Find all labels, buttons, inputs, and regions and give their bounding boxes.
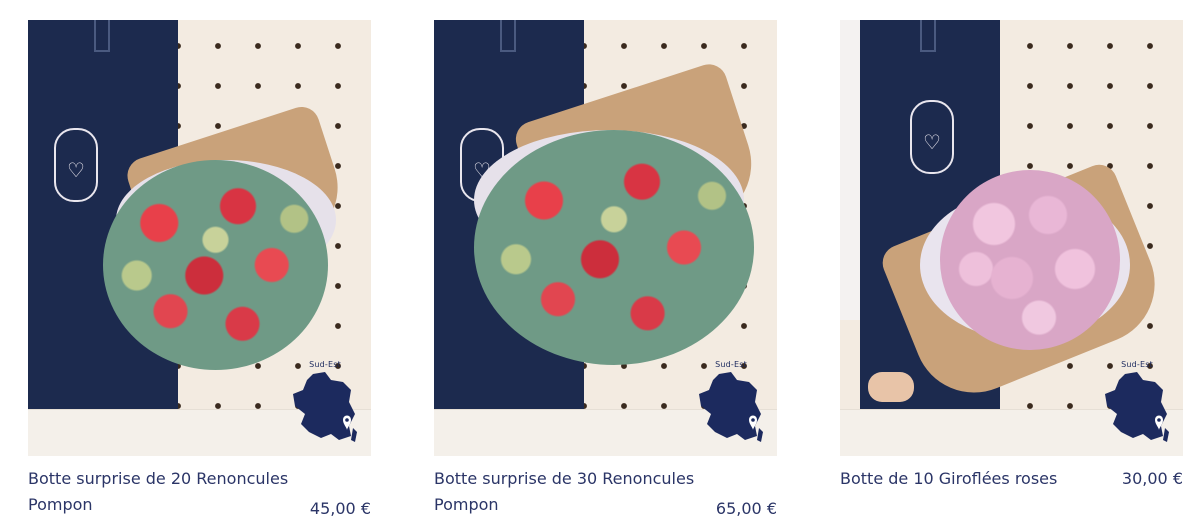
- france-map-icon: [699, 372, 763, 442]
- product-image[interactable]: Sud-Est: [840, 20, 1183, 456]
- apron-strap: [920, 20, 936, 52]
- region-label: Sud-Est: [309, 360, 341, 369]
- stock-flower-bouquet: [940, 170, 1120, 350]
- france-map-icon: [1105, 372, 1169, 442]
- region-badge: Sud-Est: [697, 360, 765, 448]
- product-price: 65,00 €: [715, 499, 777, 518]
- hand: [868, 372, 914, 402]
- product-info: Botte surprise de 30 Renoncules Pompon 6…: [434, 466, 777, 522]
- product-image[interactable]: Sud-Est: [434, 20, 777, 456]
- brand-logo-icon: [54, 128, 98, 202]
- product-price: 30,00 €: [1121, 469, 1183, 488]
- ranunculus-bouquet: [103, 160, 328, 370]
- region-badge: Sud-Est: [291, 360, 359, 448]
- apron-strap: [94, 20, 110, 52]
- apron-strap: [500, 20, 516, 52]
- product-name[interactable]: Botte surprise de 30 Renoncules Pompon: [434, 466, 704, 518]
- product-name[interactable]: Botte surprise de 20 Renoncules Pompon: [28, 466, 298, 518]
- product-price: 45,00 €: [309, 499, 371, 518]
- product-card[interactable]: Sud-Est Botte surprise de 30 Renoncules …: [434, 20, 777, 522]
- product-info: Botte de 10 Giroflées roses 30,00 €: [840, 466, 1183, 522]
- product-card[interactable]: Sud-Est Botte de 10 Giroflées roses 30,0…: [840, 20, 1183, 522]
- region-badge: Sud-Est: [1103, 360, 1171, 448]
- france-map-icon: [293, 372, 357, 442]
- ranunculus-bouquet: [474, 130, 754, 365]
- product-image[interactable]: Sud-Est: [28, 20, 371, 456]
- product-name[interactable]: Botte de 10 Giroflées roses: [840, 466, 1110, 492]
- brand-logo-icon: [910, 100, 954, 174]
- region-label: Sud-Est: [1121, 360, 1153, 369]
- product-grid: Sud-Est Botte surprise de 20 Renoncules …: [0, 0, 1200, 524]
- region-label: Sud-Est: [715, 360, 747, 369]
- product-card[interactable]: Sud-Est Botte surprise de 20 Renoncules …: [28, 20, 371, 522]
- product-info: Botte surprise de 20 Renoncules Pompon 4…: [28, 466, 371, 522]
